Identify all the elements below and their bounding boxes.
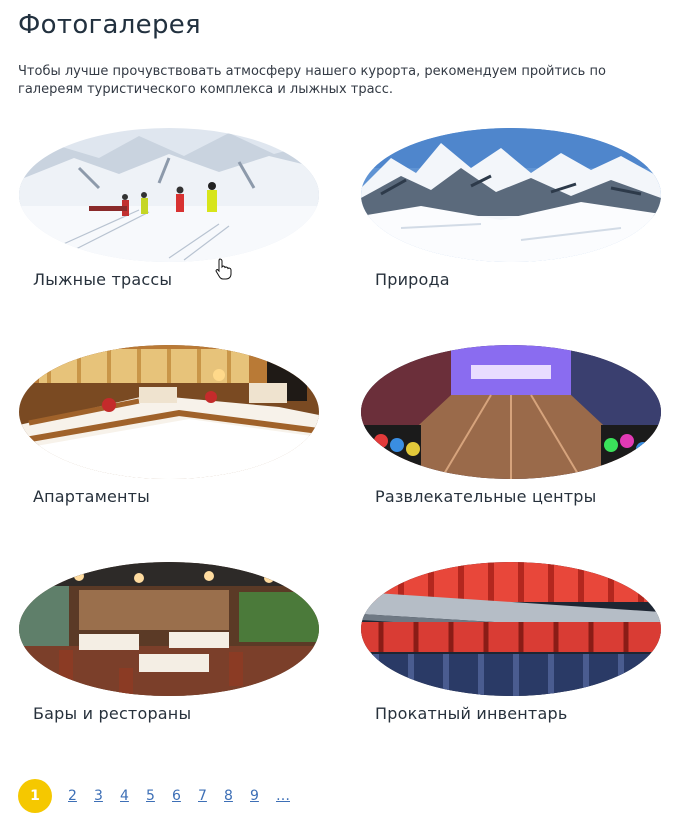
hand-cursor-icon (215, 258, 232, 280)
gallery-item-label[interactable]: Бары и рестораны (33, 704, 191, 723)
gallery-item-label[interactable]: Лыжные трассы (33, 270, 172, 289)
mountains-photo[interactable] (361, 128, 661, 262)
pagination-more-link[interactable]: … (276, 788, 290, 804)
pagination: 1 2 3 4 5 6 7 8 9 … (18, 778, 290, 814)
pagination-page-link[interactable]: 2 (68, 788, 78, 804)
gallery-item-label[interactable]: Природа (375, 270, 450, 289)
page-intro: Чтобы лучше прочувствовать атмосферу наш… (18, 64, 606, 97)
pagination-page-link[interactable]: 4 (120, 788, 130, 804)
pagination-page-link[interactable]: 7 (198, 788, 208, 804)
restaurant-photo[interactable] (19, 562, 319, 696)
pagination-page-link[interactable]: 3 (94, 788, 104, 804)
page-title: Фотогалерея (18, 10, 201, 40)
gallery-item-label[interactable]: Прокатный инвентарь (375, 704, 567, 723)
gallery-item-entertainment[interactable]: Развлекательные центры (361, 345, 661, 545)
pagination-current-page: 1 (18, 779, 52, 813)
gallery-item-apartments[interactable]: Апартаменты (19, 345, 319, 545)
pagination-page-link[interactable]: 6 (172, 788, 182, 804)
gallery-item-nature[interactable]: Природа (361, 128, 661, 328)
gallery-item-label[interactable]: Апартаменты (33, 487, 150, 506)
ski-boots-photo[interactable] (361, 562, 661, 696)
gallery-item-ski-slopes[interactable]: Лыжные трассы (19, 128, 319, 328)
gallery-item-label[interactable]: Развлекательные центры (375, 487, 596, 506)
bowling-photo[interactable] (361, 345, 661, 479)
pagination-page-link[interactable]: 9 (250, 788, 260, 804)
gallery-item-rental[interactable]: Прокатный инвентарь (361, 562, 661, 762)
hotel-room-photo[interactable] (19, 345, 319, 479)
pagination-page-link[interactable]: 5 (146, 788, 156, 804)
pagination-page-link[interactable]: 8 (224, 788, 234, 804)
ski-slopes-photo[interactable] (19, 128, 319, 262)
gallery-item-restaurants[interactable]: Бары и рестораны (19, 562, 319, 762)
